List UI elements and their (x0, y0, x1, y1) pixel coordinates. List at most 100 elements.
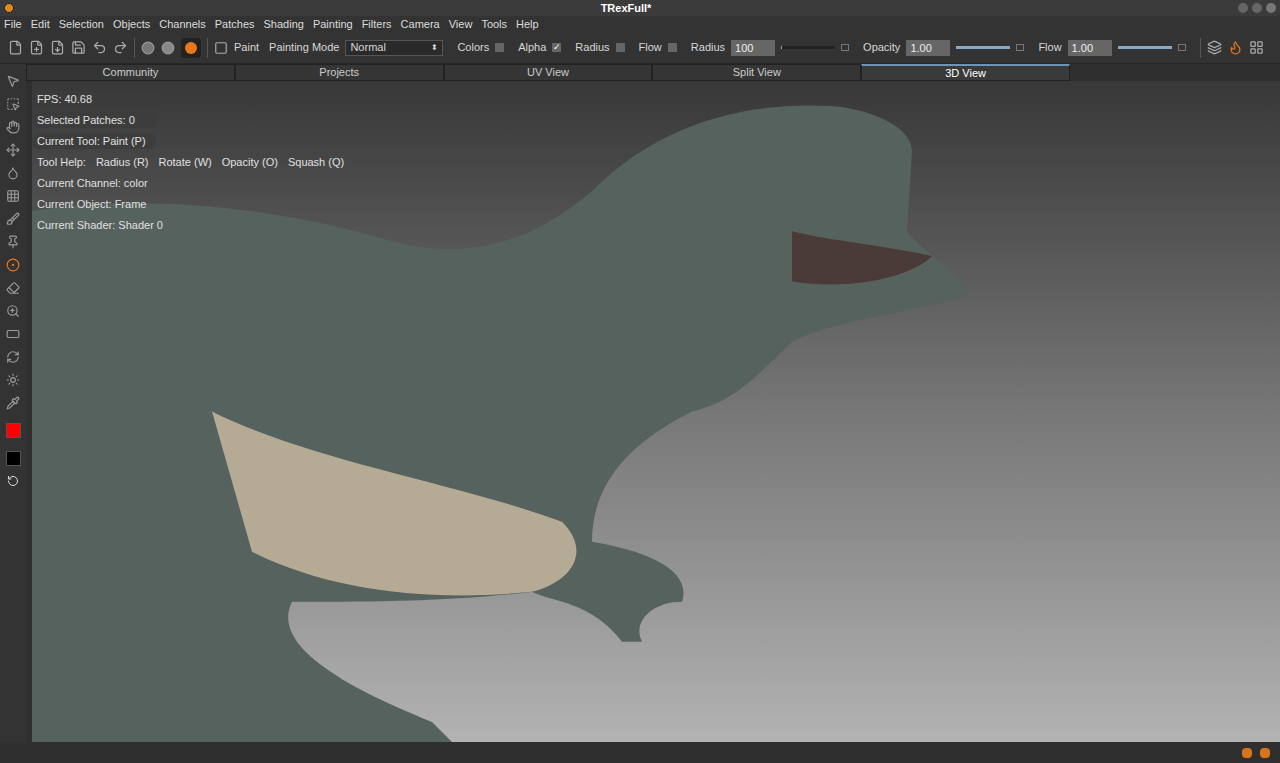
toolbar-file-icon[interactable] (113, 40, 128, 55)
viewport-info: Selected Patches: 0 (32, 112, 156, 128)
slider-grip-icon (1178, 44, 1186, 51)
checkbox[interactable] (668, 43, 677, 52)
toolbar: Paint Painting Mode Normal⬍ Colors Alpha ✓ Rad… (0, 32, 1280, 64)
swap-colors-icon[interactable] (7, 475, 19, 487)
checkbox[interactable] (495, 43, 504, 52)
window-title: TRexFull* (14, 0, 1238, 16)
value-field[interactable]: 1.00 (1068, 40, 1112, 56)
menu-item[interactable]: View (449, 16, 473, 32)
view-tab[interactable]: Split View (652, 64, 861, 81)
tool-icon[interactable] (6, 143, 20, 157)
tool-icon[interactable] (6, 350, 20, 364)
tool-icon[interactable] (6, 74, 20, 88)
menu-item[interactable]: Painting (313, 16, 353, 32)
status-icon[interactable] (1242, 748, 1252, 758)
tab-bar: CommunityProjectsUV ViewSplit View3D Vie… (26, 64, 1280, 81)
slider[interactable] (781, 46, 835, 49)
menu-item[interactable]: Objects (113, 16, 150, 32)
tool-help-item: Radius (R) (96, 154, 149, 170)
slider[interactable] (956, 46, 1010, 49)
app-window: TRexFull*File Edit Selection Objects Channel… (0, 0, 1280, 763)
layers-icon[interactable] (1207, 40, 1222, 55)
toolbar-file-icon[interactable] (92, 40, 107, 55)
view-tab[interactable]: Projects (235, 64, 444, 81)
tool-icon[interactable] (6, 258, 20, 272)
checkbox-label: Colors (457, 39, 489, 56)
tool-label: Paint (234, 39, 259, 56)
view-tab[interactable]: Community (26, 64, 235, 81)
toolbar-file-icon[interactable] (8, 40, 23, 55)
checkbox[interactable] (616, 43, 625, 52)
close-icon[interactable] (1266, 3, 1276, 13)
sphere-icon[interactable] (141, 41, 155, 55)
paint-buffer-icon[interactable] (1228, 40, 1243, 55)
tool-icon[interactable] (6, 189, 20, 203)
checkbox-label: Flow (639, 39, 662, 56)
color-swatch[interactable] (6, 451, 21, 466)
color-swatch[interactable] (6, 423, 21, 438)
tool-icon[interactable] (6, 373, 20, 387)
tool-icon[interactable] (6, 97, 20, 111)
tool-icon[interactable] (6, 396, 20, 410)
tool-icon[interactable] (6, 212, 20, 226)
tool-help: Tool Help:Radius (R)Rotate (W)Opacity (O… (32, 154, 349, 170)
slider-grip-icon (1016, 44, 1024, 51)
tool-icon[interactable] (6, 120, 20, 134)
title-bar: TRexFull* (0, 0, 1280, 16)
viewport-info: Current Channel: color (32, 175, 349, 191)
layout-icon[interactable] (1249, 40, 1264, 55)
tool-icon[interactable] (6, 281, 20, 295)
menu-item[interactable]: Tools (481, 16, 507, 32)
viewport-info: FPS: 40.68 (32, 91, 156, 107)
menu-item[interactable]: Edit (31, 16, 50, 32)
shaded-sphere-icon[interactable] (161, 41, 175, 55)
toolbar-file-icon[interactable] (29, 40, 44, 55)
menu-item[interactable]: File (4, 16, 22, 32)
view-tab[interactable]: 3D View (861, 64, 1070, 81)
tool-help-item: Rotate (W) (159, 154, 212, 170)
view-tab[interactable]: UV View (444, 64, 653, 81)
field-label: Flow (1038, 39, 1061, 56)
field-label: Radius (691, 39, 725, 56)
toolbar-file-icon[interactable] (71, 40, 86, 55)
menu-bar: File Edit Selection Objects Channels Patches S… (0, 16, 1280, 32)
viewport-info: Current Object: Frame (32, 196, 349, 212)
painting-mode-label: Painting Mode (269, 39, 339, 56)
checkbox-label: Alpha (518, 39, 546, 56)
value-field[interactable]: 1.00 (906, 40, 950, 56)
window-controls (1238, 3, 1276, 13)
menu-item[interactable]: Camera (401, 16, 440, 32)
menu-item[interactable]: Shading (264, 16, 304, 32)
menu-item[interactable]: Help (516, 16, 539, 32)
slider[interactable] (1118, 46, 1172, 49)
tool-help-item: Squash (Q) (288, 154, 344, 170)
value-field[interactable]: 100 (731, 40, 775, 56)
viewport-3d[interactable]: FPS: 40.68 Selected Patches: 0 Current Too… (32, 81, 1280, 742)
slider-grip-icon (841, 44, 849, 51)
menu-item[interactable]: Patches (215, 16, 255, 32)
checkbox-label: Radius (575, 39, 609, 56)
tool-icon[interactable] (6, 166, 20, 180)
tool-icon[interactable] (6, 304, 20, 318)
menu-item[interactable]: Channels (159, 16, 205, 32)
viewport-info: Current Shader: Shader 0 (32, 217, 349, 233)
viewport-info: Current Tool: Paint (P) (32, 133, 156, 149)
lit-sphere-icon[interactable] (181, 38, 201, 58)
painting-mode-dropdown[interactable]: Normal⬍ (345, 40, 443, 56)
field-label: Opacity (863, 39, 900, 56)
minimize-icon[interactable] (1238, 3, 1248, 13)
paint-tool-icon[interactable] (214, 41, 228, 55)
tool-icon[interactable] (6, 327, 20, 341)
status-bar (0, 742, 1280, 763)
tool-column (0, 64, 26, 742)
menu-item[interactable]: Selection (59, 16, 104, 32)
tool-icon[interactable] (6, 235, 20, 249)
status-icon[interactable] (1260, 748, 1270, 758)
tool-help-item: Opacity (O) (222, 154, 278, 170)
trex-model-icon (32, 81, 1280, 742)
app-icon (4, 3, 14, 13)
checkbox[interactable]: ✓ (552, 43, 561, 52)
maximize-icon[interactable] (1252, 3, 1262, 13)
toolbar-file-icon[interactable] (50, 40, 65, 55)
menu-item[interactable]: Filters (362, 16, 392, 32)
